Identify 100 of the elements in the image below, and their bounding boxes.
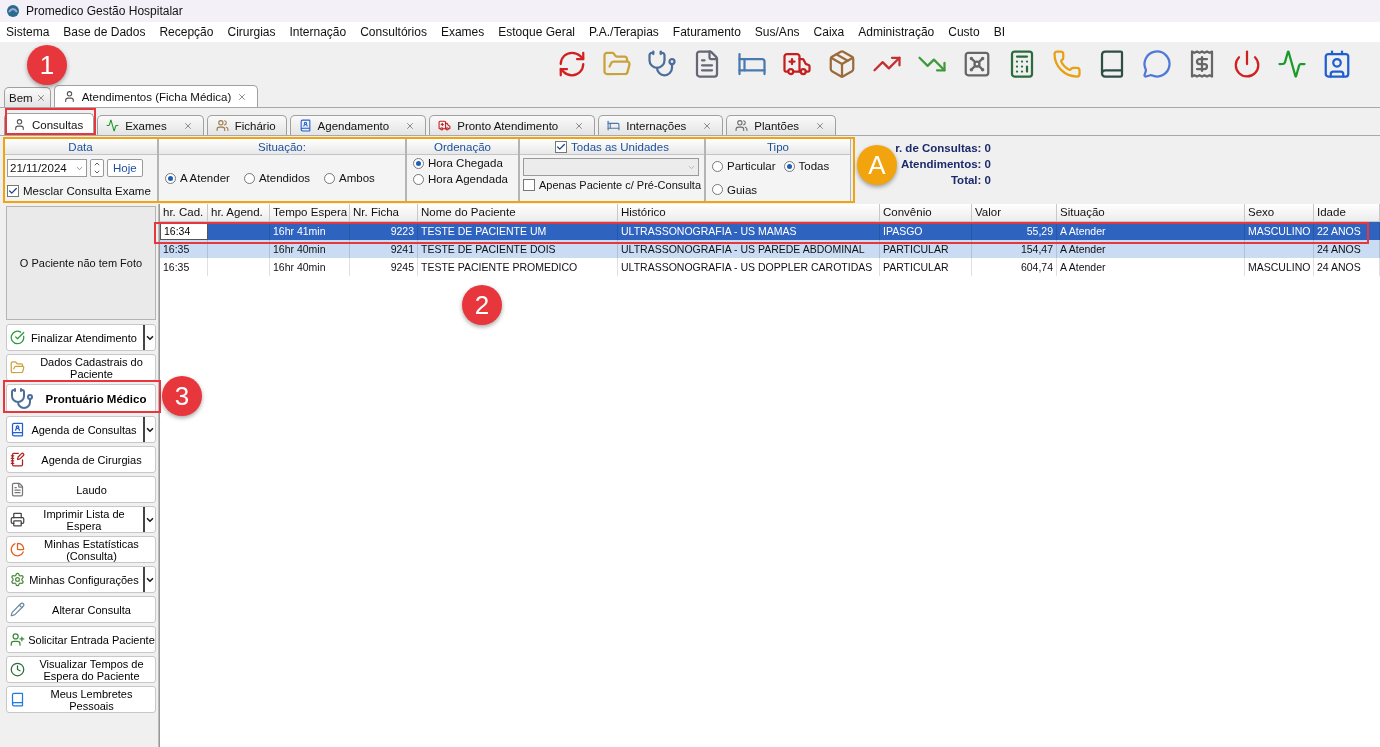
menu-item[interactable]: Exames <box>440 25 485 39</box>
column-header[interactable]: hr. Cad. <box>160 204 208 222</box>
checkbox[interactable] <box>523 179 535 191</box>
no-photo-text: O Paciente não tem Foto <box>19 257 143 269</box>
column-header[interactable]: Idade <box>1314 204 1380 222</box>
action-button[interactable]: Agenda de Consultas <box>6 416 156 443</box>
power-icon[interactable] <box>1232 49 1262 79</box>
column-header[interactable]: Situação <box>1057 204 1245 222</box>
action-button[interactable]: Dados Cadastrais do Paciente <box>6 354 156 381</box>
action-button[interactable]: Laudo <box>6 476 156 503</box>
column-header[interactable]: Convênio <box>880 204 972 222</box>
unit-dropdown[interactable] <box>523 158 699 176</box>
action-button[interactable]: Prontuário Médico <box>6 384 156 413</box>
tab[interactable]: Exames <box>97 115 204 135</box>
radio-button[interactable] <box>413 157 424 169</box>
chat-icon[interactable] <box>1142 49 1172 79</box>
radio-option[interactable]: A Atender <box>165 172 230 184</box>
tab[interactable]: Bem <box>4 87 51 107</box>
radio-button[interactable] <box>712 160 723 172</box>
menu-item[interactable]: P.A./Terapias <box>589 25 659 39</box>
close-icon[interactable] <box>702 120 713 131</box>
action-button[interactable]: Agenda de Cirurgias <box>6 446 156 473</box>
radio-button[interactable] <box>324 172 336 184</box>
column-header[interactable]: Nome do Paciente <box>418 204 618 222</box>
menu-item[interactable]: Estoque Geral <box>498 25 575 39</box>
tab[interactable]: Atendimentos (Ficha Médica) <box>53 85 259 107</box>
close-icon[interactable] <box>815 120 826 131</box>
radio-option[interactable]: Ambos <box>324 172 375 184</box>
menu-item[interactable]: Faturamento <box>672 25 741 39</box>
spin-button[interactable] <box>90 159 104 178</box>
date-field[interactable]: 21/11/2024 <box>7 159 87 178</box>
menu-item[interactable]: Recepção <box>159 25 214 39</box>
radio-button[interactable] <box>712 184 723 196</box>
notebook-icon <box>10 452 25 467</box>
action-button[interactable]: Imprimir Lista de Espera <box>6 506 156 533</box>
action-button[interactable]: Meus Lembretes Pessoais <box>6 686 156 713</box>
close-icon[interactable] <box>405 120 416 131</box>
column-header[interactable]: Sexo <box>1245 204 1314 222</box>
menu-item[interactable]: Consultórios <box>360 25 427 39</box>
action-button[interactable]: Alterar Consulta <box>6 596 156 623</box>
radio-option[interactable]: Todas <box>783 160 830 173</box>
column-header[interactable]: hr. Agend. <box>208 204 270 222</box>
menu-item[interactable]: Base de Dados <box>63 25 146 39</box>
group-title: Ordenação <box>407 139 518 155</box>
radio-option[interactable]: Hora Agendada <box>413 173 508 185</box>
box-icon[interactable] <box>827 49 857 79</box>
menu-item[interactable]: Internação <box>289 25 347 39</box>
tab[interactable]: Internações <box>598 115 724 135</box>
radio-option[interactable]: Hora Chegada <box>413 157 503 169</box>
close-icon[interactable] <box>182 120 193 131</box>
close-icon[interactable] <box>574 120 585 131</box>
checkbox-option[interactable]: Apenas Paciente c/ Pré-Consulta <box>523 179 702 191</box>
heartbeat-icon[interactable] <box>1277 49 1307 79</box>
column-header[interactable]: Nr. Ficha <box>350 204 418 222</box>
radio-option[interactable]: Atendidos <box>243 172 311 184</box>
count-text: Atendimentos: 0 <box>900 158 991 170</box>
group-title: Situação: <box>159 139 405 155</box>
column-header[interactable]: Tempo Espera <box>270 204 350 222</box>
menu-item[interactable]: Sistema <box>6 25 50 39</box>
radio-button[interactable] <box>783 160 795 172</box>
menu-item[interactable]: Administração <box>858 25 935 39</box>
menu-item[interactable]: BI <box>993 25 1005 39</box>
radio-button[interactable] <box>413 173 424 185</box>
safe-icon[interactable] <box>962 49 992 79</box>
dropdown-button[interactable] <box>143 417 155 442</box>
today-button[interactable]: Hoje <box>107 159 143 178</box>
table-cell: ULTRASSONOGRAFIA - US DOPPLER CAROTIDAS <box>618 258 880 276</box>
tab[interactable]: Pronto Atendimento <box>429 115 596 135</box>
menu-item[interactable]: Custo <box>948 25 980 39</box>
checkbox[interactable] <box>7 184 19 197</box>
close-icon[interactable] <box>237 91 248 102</box>
contact-book-icon[interactable] <box>1322 49 1352 79</box>
step-badge: 1 <box>27 45 67 85</box>
radio-option[interactable]: Guias <box>712 183 758 196</box>
action-button[interactable]: Minhas Estatísticas (Consulta) <box>6 536 156 563</box>
action-button[interactable]: Visualizar Tempos de Espera do Paciente <box>6 656 156 683</box>
radio-button[interactable] <box>243 172 255 184</box>
column-header[interactable]: Valor <box>972 204 1057 222</box>
menu-item[interactable]: Sus/Ans <box>754 25 800 39</box>
dropdown-button[interactable] <box>143 507 155 532</box>
action-button[interactable]: Minhas Configurações <box>6 566 156 593</box>
radio-option[interactable]: Particular <box>712 160 776 173</box>
action-button[interactable]: Finalizar Atendimento <box>6 324 156 351</box>
tab[interactable]: Plantões <box>726 115 837 135</box>
stethoscope-icon[interactable] <box>647 49 677 79</box>
tab[interactable]: Fichário <box>206 115 287 135</box>
menu-item[interactable]: Caixa <box>813 25 845 39</box>
book-icon <box>10 692 25 707</box>
refresh-icon[interactable] <box>557 49 587 79</box>
checkbox[interactable] <box>555 140 568 153</box>
dropdown-button[interactable] <box>143 567 155 592</box>
tab[interactable]: Agendamento <box>289 115 427 135</box>
checkbox-option[interactable]: Mesclar Consulta Exame <box>7 184 151 197</box>
table-row[interactable]: 16:35 16hr 40min 9245 TESTE PACIENTE PROMEDICO ULTRASSONOGRAFIA - US DOPPLER CAROTIDAS PARTICULAR 604,74 A Atender MASCULINO 24 ANOS <box>160 258 1380 276</box>
dropdown-button[interactable] <box>143 325 155 350</box>
column-header[interactable]: Histórico <box>618 204 880 222</box>
close-icon[interactable] <box>35 92 46 103</box>
action-button[interactable]: Solicitar Entrada Paciente <box>6 626 156 653</box>
menu-item[interactable]: Cirurgias <box>227 25 276 39</box>
radio-button[interactable] <box>165 172 176 184</box>
